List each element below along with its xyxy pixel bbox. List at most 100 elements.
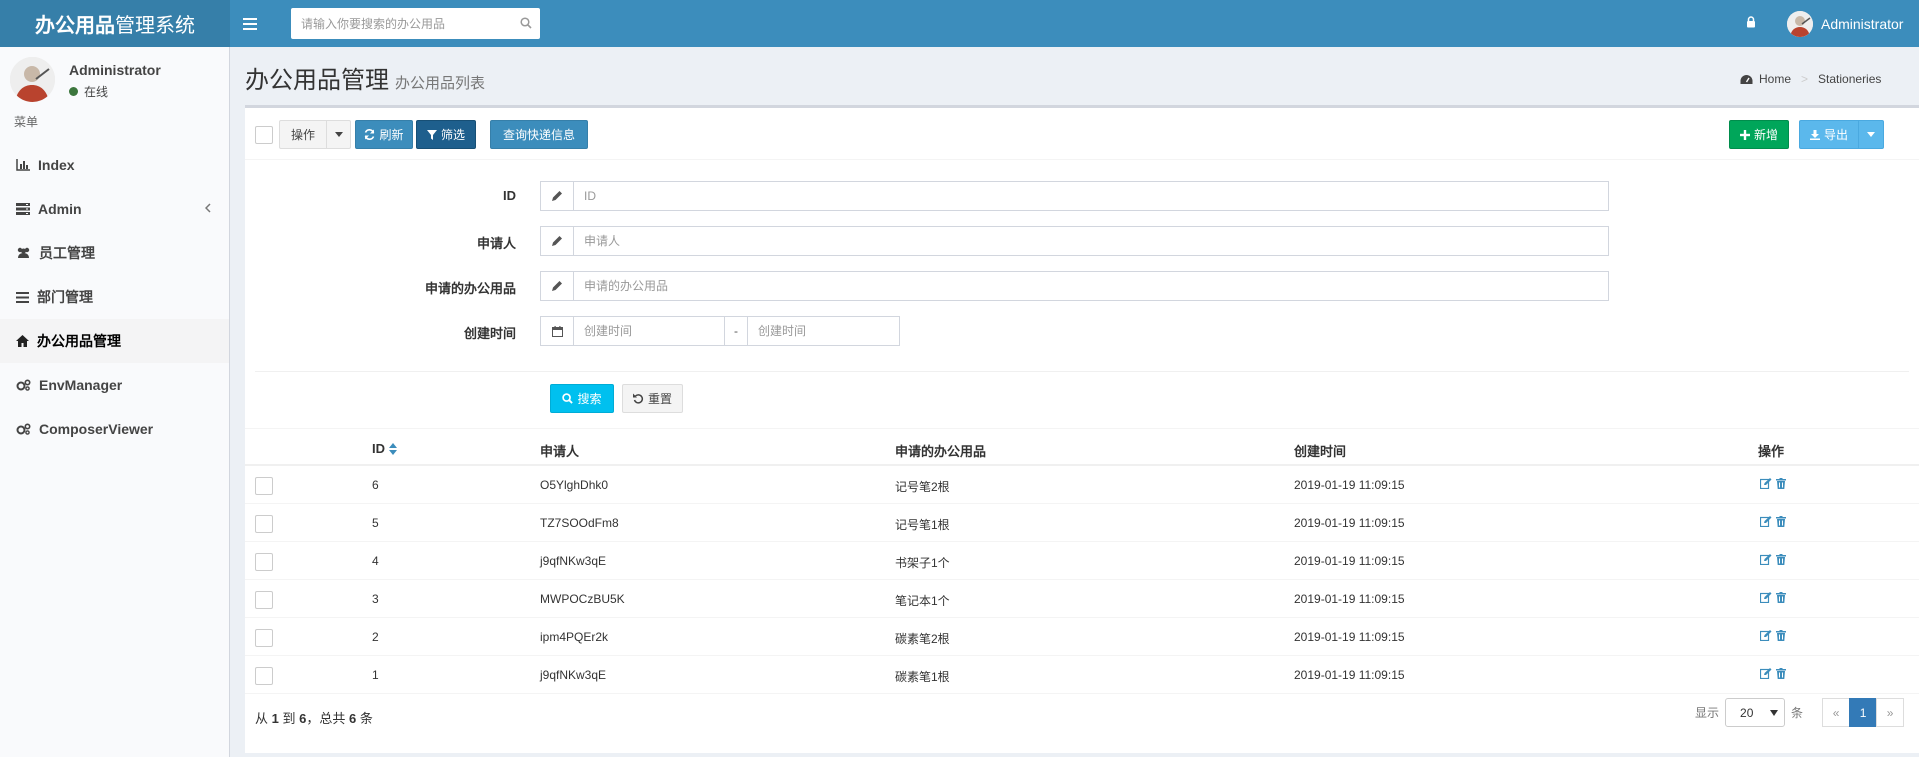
cell-applicant: j9qfNKw3qE [540,668,607,682]
global-search-input[interactable] [291,8,540,39]
batch-actions-button[interactable]: 操作 [279,120,327,149]
caret-down-icon [334,132,343,137]
column-header-actions: 操作 [1758,444,1785,459]
page-title-text: 办公用品管理 [245,67,389,94]
table-header: ID 申请人 申请的办公用品 创建时间 操作 [245,428,1919,466]
search-icon[interactable] [520,17,532,29]
column-header-id[interactable]: ID [372,441,397,456]
row-actions [1760,630,1786,641]
sidebar-toggle-button[interactable] [238,12,262,36]
sidebar-item-staff[interactable]: 员工管理 [0,231,229,275]
status-text: 在线 [84,85,109,99]
summary-total: 6 [349,711,357,726]
search-button[interactable]: 搜索 [550,384,614,413]
sort-icon [389,442,397,455]
select-all-checkbox[interactable] [255,126,273,144]
reset-button-label: 重置 [647,392,672,406]
row-actions [1760,478,1786,489]
bar-chart-icon [16,159,30,171]
page-button-current[interactable]: 1 [1849,698,1878,727]
sidebar-item-admin[interactable]: Admin [0,187,229,231]
page-size-value: 20 [1740,705,1754,720]
trash-icon[interactable] [1776,592,1786,603]
trash-icon[interactable] [1776,516,1786,527]
online-status: 在线 [69,83,108,100]
trash-icon[interactable] [1776,554,1786,565]
summary-from: 从 [255,711,269,726]
app-logo[interactable]: 办公用品 管理系统 [0,0,230,47]
cell-id: 5 [372,516,379,530]
prev-page-button[interactable]: « [1822,698,1851,727]
edit-icon[interactable] [1760,668,1772,679]
cell-item: 碳素笔2根 [895,632,950,646]
cogs-icon [16,379,31,391]
sidebar: Administrator 在线 菜单 Index Admin 员工管理 部门管… [0,47,230,757]
export-dropdown-toggle[interactable] [1858,120,1884,149]
row-checkbox[interactable] [255,477,273,495]
user-menu[interactable]: Administrator [1787,10,1903,38]
next-page-button[interactable]: » [1876,698,1905,727]
column-header-created: 创建时间 [1294,444,1347,459]
edit-icon[interactable] [1760,592,1772,603]
new-button[interactable]: 新增 [1729,120,1789,149]
page-size-select[interactable]: 20 [1725,698,1786,727]
cell-created: 2019-01-19 11:09:15 [1294,478,1405,492]
filter-created-end-input[interactable] [748,317,898,345]
caret-down-icon [1770,710,1779,716]
table-row: 2 ipm4PQEr2k 碳素笔2根 2019-01-19 11:09:15 [245,618,1919,656]
sidebar-item-label: 办公用品管理 [37,333,121,349]
cell-created: 2019-01-19 11:09:15 [1294,554,1405,568]
reset-button[interactable]: 重置 [622,384,683,413]
sidebar-item-department[interactable]: 部门管理 [0,275,229,319]
filter-button[interactable]: 筛选 [416,120,476,149]
sidebar-user-name: Administrator [69,62,161,78]
lock-screen-icon[interactable] [1746,16,1756,28]
table-row: 1 j9qfNKw3qE 碳素笔1根 2019-01-19 11:09:15 [245,656,1919,694]
calendar-icon [541,317,574,345]
row-actions [1760,668,1786,679]
cell-id: 3 [372,592,379,606]
edit-icon[interactable] [1760,516,1772,527]
sidebar-item-stationery[interactable]: 办公用品管理 [0,319,229,363]
edit-icon[interactable] [1760,630,1772,641]
refresh-button[interactable]: 刷新 [355,120,413,149]
query-express-button[interactable]: 查询快递信息 [490,120,588,149]
trash-icon[interactable] [1776,478,1786,489]
page-size-unit: 条 [1791,706,1804,720]
filter-id-group [540,181,1609,211]
sidebar-item-envmanager[interactable]: EnvManager [0,363,229,407]
sidebar-menu: Index Admin 员工管理 部门管理 办公用品管理 EnvManager … [0,143,229,451]
row-checkbox[interactable] [255,553,273,571]
pencil-icon [541,182,574,210]
trash-icon[interactable] [1776,630,1786,641]
new-label: 新增 [1753,128,1778,142]
edit-icon[interactable] [1760,554,1772,565]
cell-id: 1 [372,668,379,682]
sidebar-item-composerviewer[interactable]: ComposerViewer [0,407,229,451]
breadcrumb-home-link[interactable]: Home [1759,72,1791,86]
sidebar-item-index[interactable]: Index [0,143,229,187]
cell-applicant: j9qfNKw3qE [540,554,607,568]
column-header-item: 申请的办公用品 [895,444,987,459]
user-panel: Administrator 在线 [10,57,220,107]
trash-icon[interactable] [1776,668,1786,679]
filter-created-start-input[interactable] [574,317,724,345]
filter-applicant-input[interactable] [574,227,1608,255]
cell-created: 2019-01-19 11:09:15 [1294,630,1405,644]
filter-item-input[interactable] [574,272,1608,300]
row-checkbox[interactable] [255,667,273,685]
column-header-applicant: 申请人 [540,444,580,459]
row-checkbox[interactable] [255,591,273,609]
edit-icon[interactable] [1760,478,1772,489]
filter-row-created: 创建时间 - [245,316,1919,346]
export-button[interactable]: 导出 [1799,120,1859,149]
table-row: 6 O5YlghDhk0 记号笔2根 2019-01-19 11:09:15 [245,466,1919,504]
row-checkbox[interactable] [255,515,273,533]
cell-item: 书架子1个 [895,556,950,570]
batch-actions-dropdown-toggle[interactable] [326,120,351,149]
cell-item: 记号笔2根 [895,480,950,494]
row-checkbox[interactable] [255,629,273,647]
filter-id-input[interactable] [574,182,1608,210]
sidebar-item-label: EnvManager [39,377,123,393]
dashboard-icon [1740,74,1753,84]
